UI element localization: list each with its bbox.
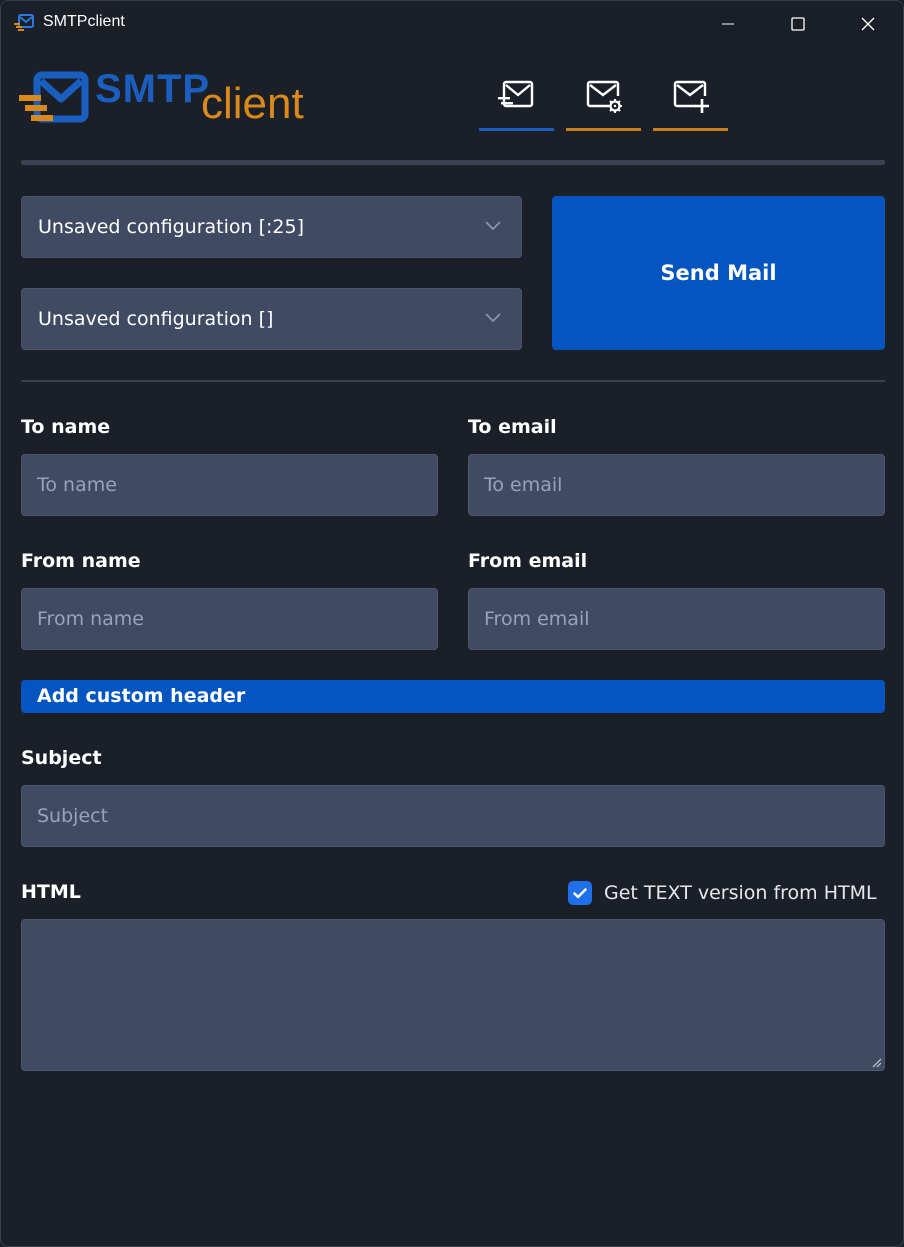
smtp-config-select[interactable]: Unsaved configuration [:25] (21, 196, 522, 258)
tab-send-mail-indicator (479, 128, 554, 131)
tab-mail-add-indicator (653, 128, 728, 131)
mail-settings-icon (586, 80, 622, 113)
from-email-input[interactable] (468, 588, 885, 650)
maximize-icon (791, 16, 805, 31)
text-version-checkbox[interactable] (568, 881, 592, 905)
text-version-toggle[interactable]: Get TEXT version from HTML (568, 880, 877, 906)
from-email-label: From email (468, 550, 588, 572)
tab-send-mail[interactable] (479, 71, 554, 131)
tab-mail-add[interactable] (653, 71, 728, 131)
to-email-input[interactable] (468, 454, 885, 516)
from-name-input[interactable] (21, 588, 438, 650)
chevron-down-icon (485, 221, 501, 231)
minimize-button[interactable] (695, 1, 761, 46)
add-custom-header-button[interactable]: Add custom header (21, 680, 885, 713)
logo-text-client: client (201, 79, 304, 128)
html-body-textarea[interactable] (21, 919, 885, 1071)
chevron-down-icon (485, 313, 501, 323)
send-mail-button[interactable]: Send Mail (552, 196, 885, 350)
app-window: SMTPclient SMTP client Unsaved configura… (0, 0, 904, 1247)
close-button[interactable] (835, 1, 901, 46)
tab-mail-settings-indicator (566, 128, 641, 131)
tab-mail-settings[interactable] (566, 71, 641, 131)
section-divider (21, 380, 885, 382)
message-config-select[interactable]: Unsaved configuration [] (21, 288, 522, 350)
header-divider (21, 160, 885, 165)
to-name-label: To name (21, 416, 111, 438)
mail-add-icon (673, 80, 709, 113)
app-logo: SMTP client (19, 67, 329, 129)
send-mail-icon (497, 80, 533, 108)
maximize-button[interactable] (765, 1, 831, 46)
window-title: SMTPclient (43, 13, 125, 30)
title-bar: SMTPclient (1, 1, 903, 46)
html-label: HTML (21, 881, 81, 903)
from-name-label: From name (21, 550, 141, 572)
subject-label: Subject (21, 747, 102, 769)
subject-input[interactable] (21, 785, 885, 847)
text-version-label: Get TEXT version from HTML (604, 882, 877, 904)
message-config-selected: Unsaved configuration [] (38, 308, 274, 330)
checkmark-icon (573, 887, 587, 898)
logo-text-smtp: SMTP (95, 67, 211, 111)
app-icon (14, 14, 34, 32)
to-email-label: To email (468, 416, 557, 438)
minimize-icon (722, 23, 734, 24)
close-icon (861, 17, 875, 30)
resize-grip-icon[interactable] (870, 1056, 882, 1068)
to-name-input[interactable] (21, 454, 438, 516)
logo-envelope-icon (19, 71, 89, 123)
smtp-config-selected: Unsaved configuration [:25] (38, 216, 304, 238)
